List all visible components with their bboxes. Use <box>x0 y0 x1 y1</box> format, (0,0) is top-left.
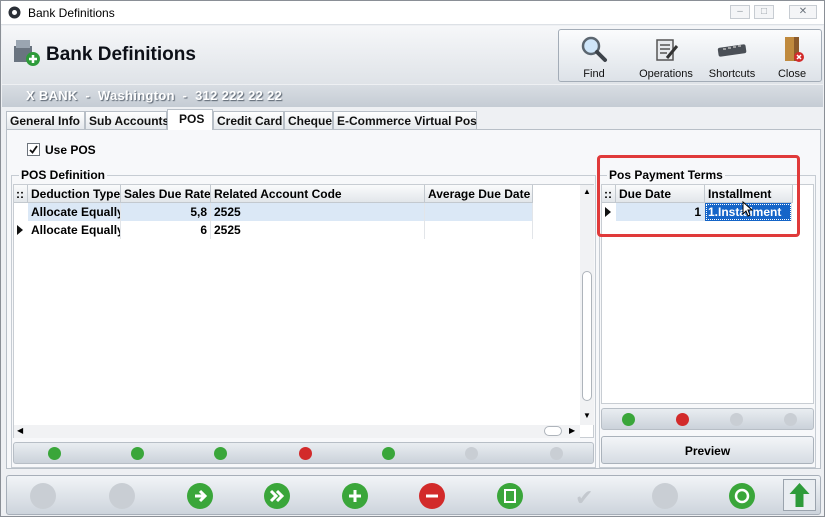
col-sales-due-rate[interactable]: Sales Due Rate <box>121 185 211 203</box>
use-pos-checkbox[interactable] <box>27 143 40 156</box>
page-title: Bank Definitions <box>46 44 196 65</box>
pos-definition-label: POS Definition <box>19 168 107 182</box>
horizontal-scrollbar[interactable]: ◀ ▶ <box>14 425 580 438</box>
cancel-record-icon <box>652 483 678 509</box>
scroll-left-icon[interactable]: ◀ <box>17 426 23 435</box>
use-pos-label: Use POS <box>45 143 96 157</box>
exit-door-icon <box>785 37 804 62</box>
first-record-icon[interactable] <box>48 447 61 460</box>
title-bar: Bank Definitions – □ ✕ <box>1 1 824 25</box>
window-title: Bank Definitions <box>28 6 115 20</box>
header: Bank Definitions Find Operations Shortcu… <box>2 26 823 84</box>
minimize-button[interactable]: – <box>730 5 750 19</box>
table-row-cell-deduction-type[interactable]: Allocate Equally <box>28 203 121 221</box>
preview-button[interactable]: Preview <box>601 436 814 464</box>
table-row-cell-sales-due-rate[interactable]: 6 <box>121 221 211 239</box>
close-window-button[interactable]: ✕ <box>789 5 817 19</box>
col-average-due-date[interactable]: Average Due Date <box>425 185 533 203</box>
first-page-icon <box>30 483 56 509</box>
pos-definition-grid: :: Deduction Type Sales Due Rate Related… <box>13 184 594 438</box>
close-label: Close <box>777 68 807 80</box>
scroll-thumb[interactable] <box>582 271 592 401</box>
app-icon <box>8 6 21 19</box>
bank-info-bar: X BANK - Washington - 312 222 22 22 <box>2 85 823 107</box>
highlight-box <box>597 155 800 237</box>
bottom-navigation-bar: ✔ <box>6 475 821 515</box>
table-row-cell-sales-due-rate[interactable]: 5,8 <box>121 203 211 221</box>
tab-credit-card[interactable]: Credit Card <box>213 111 284 129</box>
save-record-icon: ✔ <box>575 485 594 510</box>
next-record-icon[interactable] <box>131 447 144 460</box>
scroll-top-button[interactable] <box>783 479 816 511</box>
last-page-icon[interactable] <box>264 483 290 509</box>
previous-page-icon <box>109 483 135 509</box>
tab-general-info[interactable]: General Info <box>6 111 85 129</box>
delete-row-icon[interactable] <box>299 447 312 460</box>
keyboard-icon <box>717 44 747 57</box>
save-term-icon <box>730 413 743 426</box>
edit-record-icon[interactable] <box>497 483 523 509</box>
cancel-term-icon <box>784 413 797 426</box>
delete-term-icon[interactable] <box>676 413 689 426</box>
tab-e-commerce-virtual-pos[interactable]: E-Commerce Virtual Pos <box>333 111 477 129</box>
shortcuts-label: Shortcuts <box>708 68 756 80</box>
operations-button[interactable]: Operations <box>631 30 701 82</box>
bank-info-text: X BANK - Washington - 312 222 22 22 <box>26 88 283 103</box>
add-record-icon[interactable] <box>342 483 368 509</box>
magnifier-icon <box>581 36 607 62</box>
scroll-up-icon[interactable]: ▲ <box>583 187 591 196</box>
find-button[interactable]: Find <box>563 30 625 82</box>
shortcuts-button[interactable]: Shortcuts <box>703 30 761 82</box>
col-deduction-type[interactable]: Deduction Type <box>28 185 121 203</box>
find-label: Find <box>583 68 605 80</box>
grid-corner: :: <box>14 185 28 203</box>
tab-cheque[interactable]: Cheque <box>284 111 333 129</box>
scroll-thumb-horizontal[interactable] <box>544 426 562 436</box>
delete-record-icon[interactable] <box>419 483 445 509</box>
save-row-icon <box>465 447 478 460</box>
add-row-icon[interactable] <box>214 447 227 460</box>
current-row-indicator-icon <box>17 225 23 235</box>
close-button[interactable]: Close <box>765 30 819 82</box>
pos-definition-grid-toolbar <box>13 442 594 464</box>
col-related-account-code[interactable]: Related Account Code <box>211 185 425 203</box>
window: Bank Definitions – □ ✕ Bank Definitions … <box>0 0 825 517</box>
table-row-cell-related-account-code[interactable]: 2525 <box>211 203 425 221</box>
up-arrow-icon <box>789 483 810 507</box>
toolbar: Find Operations Shortcuts Close <box>558 29 822 82</box>
refresh-record-icon[interactable] <box>729 483 755 509</box>
scroll-right-icon[interactable]: ▶ <box>569 426 575 435</box>
table-row-cell-deduction-type[interactable]: Allocate Equally <box>28 221 121 239</box>
operations-label: Operations <box>639 68 693 80</box>
next-page-icon[interactable] <box>187 483 213 509</box>
scroll-down-icon[interactable]: ▼ <box>583 411 591 420</box>
table-row-cell-related-account-code[interactable]: 2525 <box>211 221 425 239</box>
edit-row-icon[interactable] <box>382 447 395 460</box>
tab-pos[interactable]: POS <box>167 109 213 130</box>
refresh-icon <box>550 447 563 460</box>
tab-sub-accounts[interactable]: Sub Accounts <box>85 111 169 129</box>
operations-icon <box>656 39 679 61</box>
pos-payment-terms-grid-toolbar <box>601 408 814 430</box>
checkmark-icon <box>29 145 38 154</box>
vertical-scrollbar[interactable]: ▲ ▼ <box>580 185 594 425</box>
table-row-cell-average-due-date[interactable] <box>425 203 533 221</box>
table-row-cell-average-due-date[interactable] <box>425 221 533 239</box>
bank-definitions-icon <box>14 40 40 66</box>
add-term-icon[interactable] <box>622 413 635 426</box>
maximize-button[interactable]: □ <box>754 5 774 19</box>
